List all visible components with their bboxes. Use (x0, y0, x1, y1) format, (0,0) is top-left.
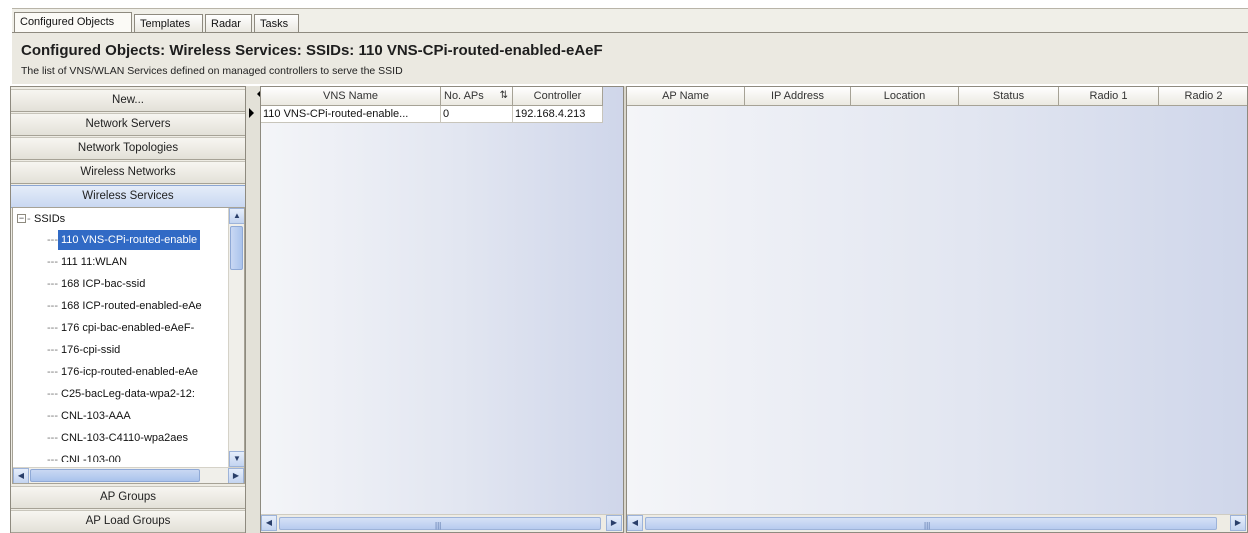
tree-item[interactable]: --- 168 ICP-bac-ssid (47, 274, 148, 294)
page-title: Configured Objects: Wireless Services: S… (21, 42, 603, 59)
tree-item-label: CNL-103-C4110-wpa2aes (61, 432, 188, 444)
tree-item-label: C25-bacLeg-data-wpa2-12: (61, 388, 195, 400)
scroll-thumb[interactable]: ||| (645, 517, 1217, 530)
grip-icon: ||| (924, 521, 931, 530)
tab-configured-objects[interactable]: Configured Objects (14, 12, 132, 33)
tree-item[interactable]: --- 111 11:WLAN (47, 252, 130, 272)
tree-root-label: SSIDs (34, 213, 66, 225)
scroll-right-icon[interactable]: ▶ (606, 515, 622, 531)
tree-item-label: 168 ICP-routed-enabled-eAe (61, 300, 202, 312)
tree-item[interactable]: --- CNL-103-C4110-wpa2aes (47, 428, 191, 448)
column-header-no-aps[interactable]: No. APs ⇅ (441, 87, 513, 106)
tree-item[interactable]: --- 176-cpi-ssid (47, 340, 123, 360)
collapse-icon[interactable]: − (17, 214, 26, 223)
scroll-left-icon[interactable]: ◀ (261, 515, 277, 531)
tree-item-label: CNL-103-00 (61, 454, 121, 462)
left-navigation: New... Network Servers Network Topologie… (10, 86, 246, 533)
tree-connector-icon: --- (47, 410, 58, 422)
tree-item-label: 176-cpi-ssid (61, 344, 121, 356)
scroll-right-icon[interactable]: ▶ (228, 468, 244, 483)
nav-network-servers[interactable]: Network Servers (11, 113, 245, 136)
column-header-ip-address[interactable]: IP Address (745, 87, 851, 106)
nav-ap-load-groups[interactable]: AP Load Groups (11, 510, 245, 533)
column-header-radio-2[interactable]: Radio 2 (1159, 87, 1247, 106)
tree-item-label: CNL-103-AAA (61, 410, 131, 422)
scroll-thumb[interactable] (230, 226, 243, 270)
tree-item-label: 176-icp-routed-enabled-eAe (61, 366, 198, 378)
tree-item[interactable]: --- 176-icp-routed-enabled-eAe (47, 362, 201, 382)
tab-bar: Configured Objects Templates Radar Tasks (12, 8, 1248, 33)
page-header: Configured Objects: Wireless Services: S… (12, 32, 1248, 84)
tree-item[interactable]: --- C25-bacLeg-data-wpa2-12: (47, 384, 198, 404)
table-cell-vns-name[interactable]: 110 VNS-CPi-routed-enable... (261, 106, 441, 123)
nav-wireless-services[interactable]: Wireless Services (11, 185, 245, 208)
nav-wireless-networks[interactable]: Wireless Networks (11, 161, 245, 184)
tree-item-label: 111 11:WLAN (61, 256, 128, 268)
tree-item[interactable]: --- 176 cpi-bac-enabled-eAeF- (47, 318, 197, 338)
tree-vertical-scrollbar[interactable]: ▲ ▼ (228, 208, 244, 467)
column-header-ap-name[interactable]: AP Name (627, 87, 745, 106)
vns-horizontal-scrollbar[interactable]: ◀ ||| ▶ (261, 514, 623, 532)
column-header-location[interactable]: Location (851, 87, 959, 106)
new-button[interactable]: New... (11, 89, 245, 112)
tree-connector-icon: --- (47, 388, 58, 400)
tree-connector-icon: --- (47, 322, 58, 334)
tree-connector-icon: --- (47, 432, 58, 444)
column-header-controller[interactable]: Controller (513, 87, 603, 106)
main-content: New... Network Servers Network Topologie… (10, 86, 1248, 533)
tree-connector-icon: --- (47, 278, 58, 290)
tree-item[interactable]: --- CNL-103-00 (47, 450, 124, 462)
tree-item-label: 176 cpi-bac-enabled-eAeF- (61, 322, 195, 334)
tab-templates[interactable]: Templates (134, 14, 203, 33)
scroll-left-icon[interactable]: ◀ (627, 515, 643, 531)
tree-connector-icon: --- (47, 234, 58, 246)
page-subtitle: The list of VNS/WLAN Services defined on… (21, 65, 403, 77)
tree-item-label: 110 VNS-CPi-routed-enable (58, 230, 201, 250)
tree-connector-icon: --- (47, 454, 58, 462)
scroll-down-icon[interactable]: ▼ (229, 451, 244, 467)
grip-icon: ||| (435, 521, 442, 530)
splitter[interactable] (246, 86, 260, 533)
tree-connector-icon: --- (47, 344, 58, 356)
tree-item-label: 168 ICP-bac-ssid (61, 278, 146, 290)
tree-connector-icon: --- (47, 256, 58, 268)
tree-item[interactable]: --- CNL-103-AAA (47, 406, 134, 426)
table-cell-controller[interactable]: 192.168.4.213 (513, 106, 603, 123)
expand-right-icon[interactable] (249, 108, 254, 118)
scroll-left-icon[interactable]: ◀ (13, 468, 29, 483)
tree-horizontal-scrollbar[interactable]: ◀ ▶ (13, 467, 244, 483)
scroll-thumb[interactable] (30, 469, 200, 482)
nav-network-topologies[interactable]: Network Topologies (11, 137, 245, 160)
column-header-status[interactable]: Status (959, 87, 1059, 106)
nav-ap-groups[interactable]: AP Groups (11, 486, 245, 509)
tree-connector-icon: --- (47, 366, 58, 378)
column-header-label: No. APs (444, 90, 484, 102)
scroll-right-icon[interactable]: ▶ (1230, 515, 1246, 531)
tree-connector-icon: --- (47, 300, 58, 312)
scroll-thumb[interactable]: ||| (279, 517, 601, 530)
tab-tasks[interactable]: Tasks (254, 14, 299, 33)
ssid-tree: − - SSIDs --- 110 VNS-CPi-routed-enable -… (12, 207, 245, 484)
tree-item[interactable]: --- 110 VNS-CPi-routed-enable (47, 230, 201, 250)
table-cell-no-aps[interactable]: 0 (441, 106, 513, 123)
ap-horizontal-scrollbar[interactable]: ◀ ||| ▶ (627, 514, 1247, 532)
sort-icon: ⇅ (499, 90, 508, 101)
ap-table: AP Name IP Address Location Status Radio… (626, 86, 1248, 533)
vns-table: VNS Name No. APs ⇅ Controller 110 VNS-CP… (260, 86, 624, 533)
scroll-up-icon[interactable]: ▲ (229, 208, 244, 224)
column-header-vns-name[interactable]: VNS Name (261, 87, 441, 106)
tree-item[interactable]: --- 168 ICP-routed-enabled-eAe (47, 296, 205, 316)
column-header-radio-1[interactable]: Radio 1 (1059, 87, 1159, 106)
tab-radar[interactable]: Radar (205, 14, 252, 33)
